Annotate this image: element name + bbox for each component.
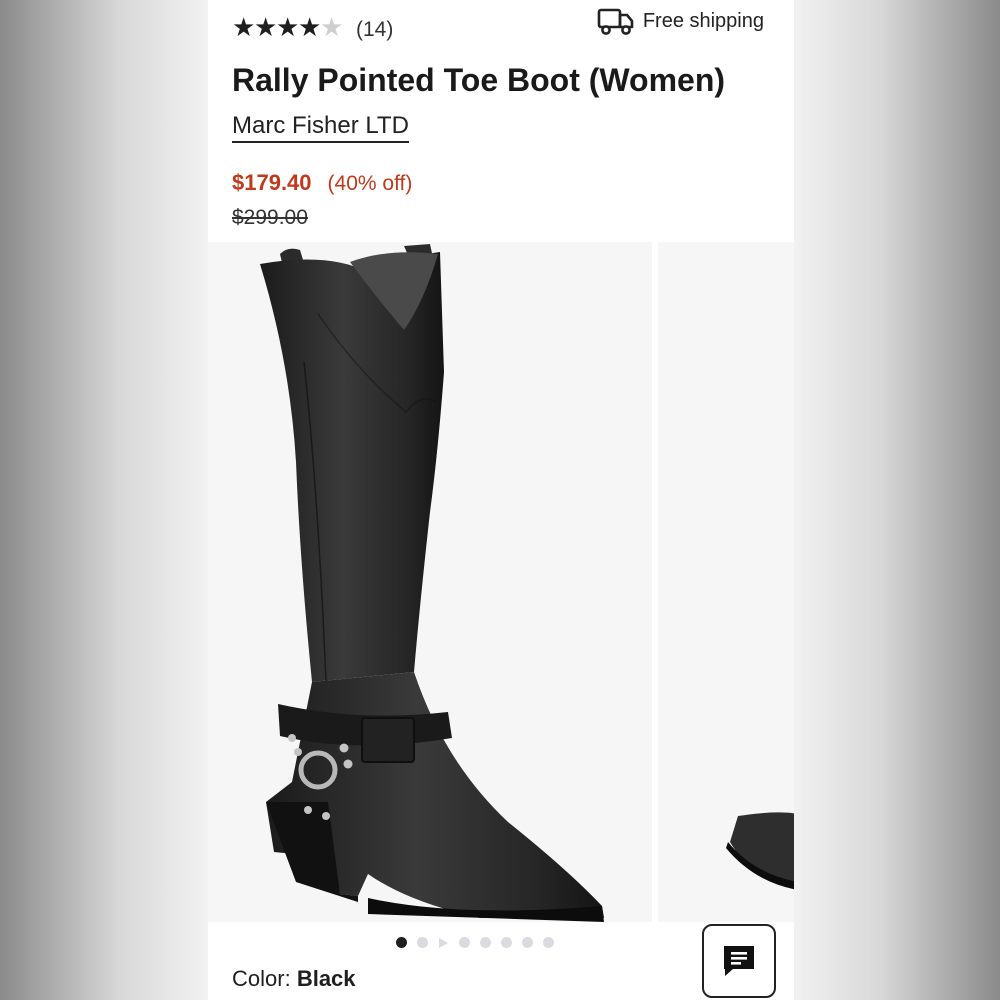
chat-icon (724, 946, 754, 976)
next-product-image[interactable] (658, 242, 794, 922)
image-gallery[interactable] (208, 242, 794, 922)
carousel-indicator (396, 937, 554, 948)
boot-image (260, 244, 604, 922)
product-page: ★ ★ ★ ★ ★ (14) Free shipping Rally Point… (208, 0, 794, 1000)
chat-button[interactable] (702, 924, 776, 998)
star-filled-icon: ★ (298, 12, 322, 42)
review-count[interactable]: (14) (356, 18, 393, 42)
color-value: Black (296, 966, 356, 991)
shipping-label: Free shipping (642, 9, 764, 32)
product-title: Rally Pointed Toe Boot (Women) (232, 62, 726, 98)
truck-icon (597, 8, 634, 35)
free-shipping-badge: Free shipping (597, 6, 764, 36)
carousel-dot[interactable] (543, 937, 554, 948)
carousel-dot[interactable] (501, 937, 512, 948)
price-row: $179.40 (40% off) (232, 170, 412, 196)
brand-link[interactable]: Marc Fisher LTD (232, 112, 409, 143)
star-filled-icon: ★ (276, 12, 300, 42)
video-play-icon[interactable] (439, 937, 448, 948)
carousel-dot-active[interactable] (396, 937, 407, 948)
carousel-dot[interactable] (417, 937, 428, 948)
star-filled-icon: ★ (254, 12, 278, 42)
star-filled-icon: ★ (232, 12, 256, 42)
product-image[interactable] (208, 242, 652, 922)
rating-stars[interactable]: ★ ★ ★ ★ ★ (232, 12, 344, 42)
discount-label: (40% off) (327, 172, 413, 195)
color-label: Color: (232, 966, 291, 991)
carousel-dot[interactable] (480, 937, 491, 948)
star-empty-icon: ★ (320, 12, 344, 42)
carousel-dot[interactable] (522, 937, 533, 948)
original-price: $299.00 (232, 206, 308, 229)
boot-image-partial (726, 812, 794, 890)
color-selection: Color: Black (232, 966, 356, 992)
carousel-dot[interactable] (459, 937, 470, 948)
sale-price: $179.40 (232, 170, 312, 195)
